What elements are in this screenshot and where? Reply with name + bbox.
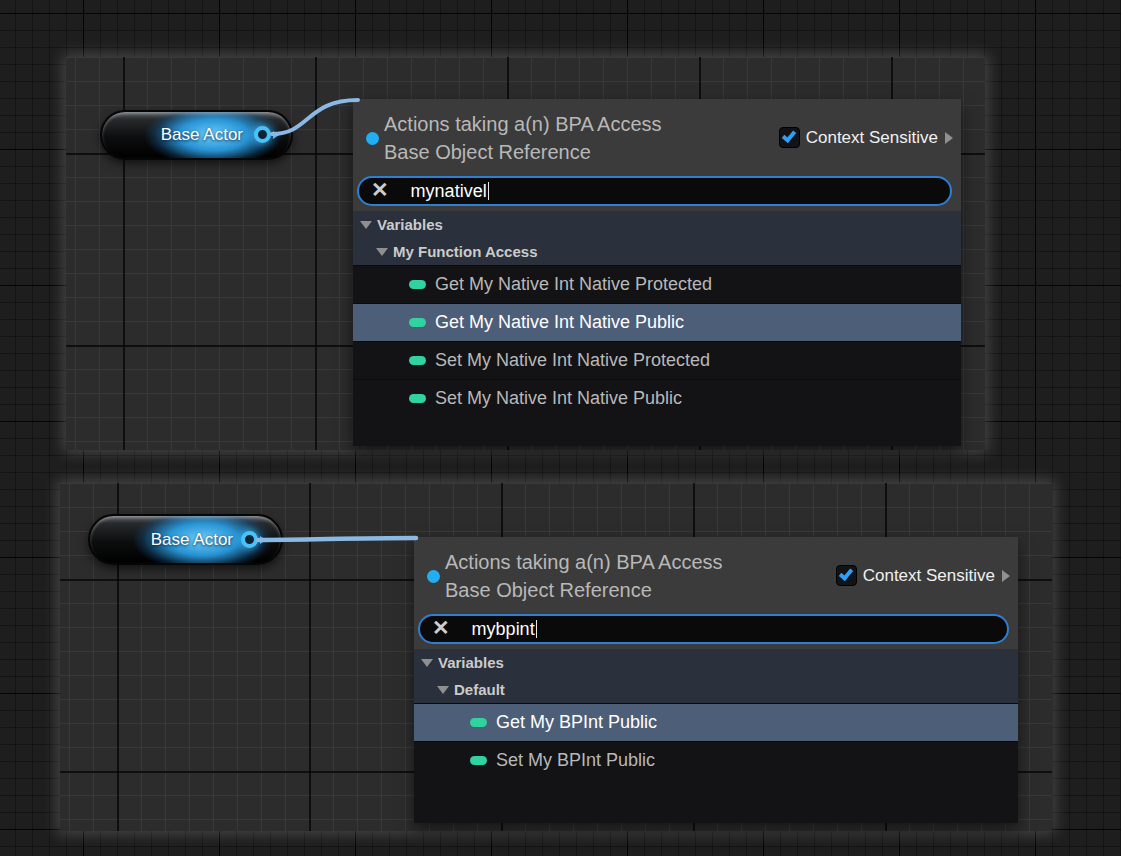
context-sensitive-toggle[interactable]: Context Sensitive <box>779 127 953 148</box>
clear-search-icon[interactable]: ✕ <box>432 616 450 640</box>
chevron-right-icon[interactable] <box>1002 570 1010 582</box>
menu-title: Actions taking a(n) BPA Access Base Obje… <box>445 548 723 604</box>
menu-title: Actions taking a(n) BPA Access Base Obje… <box>384 110 662 166</box>
menu-header: Actions taking a(n) BPA Access Base Obje… <box>353 99 961 176</box>
object-output-pin[interactable] <box>241 531 258 548</box>
text-caret <box>488 182 489 200</box>
list-item-selected[interactable]: Get My BPInt Public <box>414 703 1018 741</box>
variable-pill-icon <box>409 356 426 365</box>
variable-pill-icon <box>470 756 487 765</box>
chevron-down-icon[interactable] <box>376 248 388 256</box>
category-variables[interactable]: Variables <box>414 649 1018 676</box>
category-variables[interactable]: Variables <box>353 211 961 238</box>
checkmark-icon <box>781 128 795 143</box>
chevron-down-icon[interactable] <box>421 659 433 667</box>
menu-header: Actions taking a(n) BPA Access Base Obje… <box>414 537 1018 614</box>
list-item[interactable]: Get My Native Int Native Protected <box>353 265 961 303</box>
node-label: Base Actor <box>90 516 233 563</box>
object-type-dot-icon <box>427 570 440 583</box>
search-text: mybpint <box>472 619 535 640</box>
object-output-pin[interactable] <box>254 126 271 143</box>
base-actor-node-1[interactable]: Base Actor <box>100 110 293 160</box>
graph-panel-1: Base Actor Actions taking a(n) BPA Acces… <box>66 57 985 450</box>
chevron-right-icon[interactable] <box>945 132 953 144</box>
list-item-selected[interactable]: Get My Native Int Native Public <box>353 303 961 341</box>
checkmark-icon <box>838 566 852 581</box>
context-sensitive-checkbox[interactable] <box>836 565 857 586</box>
search-input[interactable]: ✕ mybpint <box>418 614 1009 644</box>
context-sensitive-label: Context Sensitive <box>806 128 938 148</box>
context-sensitive-toggle[interactable]: Context Sensitive <box>836 565 1010 586</box>
clear-search-icon[interactable]: ✕ <box>371 178 389 202</box>
menu-title-line1: Actions taking a(n) BPA Access <box>384 110 662 138</box>
list-item[interactable]: Set My Native Int Native Public <box>353 379 961 417</box>
variable-pill-icon <box>409 318 426 327</box>
search-input[interactable]: ✕ mynativel <box>357 176 952 206</box>
menu-title-line1: Actions taking a(n) BPA Access <box>445 548 723 576</box>
object-type-dot-icon <box>366 132 379 145</box>
base-actor-node-2[interactable]: Base Actor <box>88 514 283 565</box>
action-list: Variables My Function Access Get My Nati… <box>353 211 961 446</box>
context-sensitive-checkbox[interactable] <box>779 127 800 148</box>
menu-title-line2: Base Object Reference <box>384 138 662 166</box>
search-text: mynativel <box>411 181 487 202</box>
graph-panel-2: Base Actor Actions taking a(n) BPA Acces… <box>60 483 1052 831</box>
action-list: Variables Default Get My BPInt Public Se… <box>414 649 1018 823</box>
context-menu-2: Actions taking a(n) BPA Access Base Obje… <box>414 537 1018 823</box>
chevron-down-icon[interactable] <box>360 221 372 229</box>
context-menu-1: Actions taking a(n) BPA Access Base Obje… <box>353 99 961 446</box>
text-caret <box>536 620 537 638</box>
variable-pill-icon <box>409 280 426 289</box>
category-my-function-access[interactable]: My Function Access <box>353 238 961 265</box>
context-sensitive-label: Context Sensitive <box>863 566 995 586</box>
variable-pill-icon <box>409 394 426 403</box>
category-default[interactable]: Default <box>414 676 1018 703</box>
menu-title-line2: Base Object Reference <box>445 576 723 604</box>
chevron-down-icon[interactable] <box>437 686 449 694</box>
list-item[interactable]: Set My BPInt Public <box>414 741 1018 779</box>
variable-pill-icon <box>470 718 487 727</box>
node-label: Base Actor <box>102 112 243 158</box>
list-item[interactable]: Set My Native Int Native Protected <box>353 341 961 379</box>
